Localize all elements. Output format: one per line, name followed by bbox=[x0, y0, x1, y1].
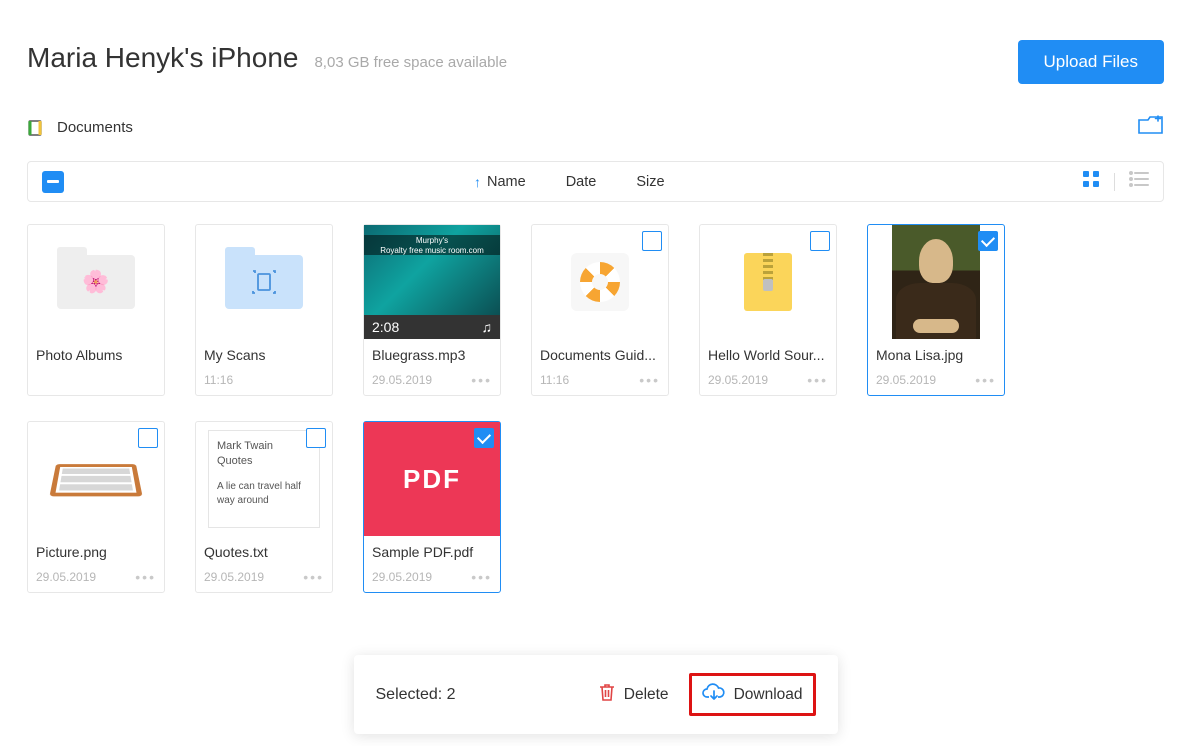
file-date: 29.05.2019 bbox=[876, 373, 936, 387]
more-icon[interactable]: ••• bbox=[471, 570, 492, 584]
file-card[interactable]: Mark Twain QuotesA lie can travel half w… bbox=[195, 421, 333, 593]
file-name: Bluegrass.mp3 bbox=[372, 347, 492, 363]
file-name: Quotes.txt bbox=[204, 544, 324, 560]
thumbnail: 🌸 bbox=[28, 225, 164, 339]
arrow-up-icon: ↑ bbox=[474, 174, 481, 190]
delete-button[interactable]: Delete bbox=[598, 682, 669, 707]
download-label: Download bbox=[734, 686, 803, 704]
file-date: 29.05.2019 bbox=[36, 570, 96, 584]
file-date: 29.05.2019 bbox=[204, 570, 264, 584]
thumbnail: Murphy'sRoyalty free music room.com2:08♫ bbox=[364, 225, 500, 339]
thumbnail bbox=[700, 225, 836, 339]
file-name: Documents Guid... bbox=[540, 347, 660, 363]
file-card[interactable]: Documents Guid... 11:16 ••• bbox=[531, 224, 669, 396]
thumbnail: Mark Twain QuotesA lie can travel half w… bbox=[196, 422, 332, 536]
trash-icon bbox=[598, 682, 616, 707]
item-checkbox[interactable] bbox=[138, 428, 158, 448]
thumbnail bbox=[28, 422, 164, 536]
breadcrumb: Documents bbox=[0, 114, 1191, 141]
list-toolbar: ↑ Name Date Size bbox=[27, 161, 1164, 202]
divider bbox=[1114, 173, 1115, 191]
more-icon[interactable]: ••• bbox=[303, 570, 324, 584]
item-checkbox[interactable] bbox=[978, 231, 998, 251]
free-space-label: 8,03 GB free space available bbox=[314, 54, 507, 71]
cloud-download-icon bbox=[702, 682, 726, 707]
file-card[interactable]: My Scans 11:16 bbox=[195, 224, 333, 396]
download-button[interactable]: Download bbox=[702, 682, 803, 707]
more-icon[interactable]: ••• bbox=[807, 373, 828, 387]
file-name: Hello World Sour... bbox=[708, 347, 828, 363]
more-icon[interactable]: ••• bbox=[975, 373, 996, 387]
file-card[interactable]: Hello World Sour... 29.05.2019 ••• bbox=[699, 224, 837, 396]
file-name: Mona Lisa.jpg bbox=[876, 347, 996, 363]
thumbnail bbox=[196, 225, 332, 339]
file-name: My Scans bbox=[204, 347, 324, 363]
new-folder-icon[interactable] bbox=[1138, 114, 1164, 141]
thumbnail bbox=[532, 225, 668, 339]
file-name: Sample PDF.pdf bbox=[372, 544, 492, 560]
thumbnail: PDF bbox=[364, 422, 500, 536]
more-icon[interactable]: ••• bbox=[639, 373, 660, 387]
file-card[interactable]: PDF Sample PDF.pdf 29.05.2019 ••• bbox=[363, 421, 501, 593]
sort-by-date[interactable]: Date bbox=[566, 174, 597, 190]
header: Maria Henyk's iPhone 8,03 GB free space … bbox=[0, 0, 1191, 114]
delete-label: Delete bbox=[624, 686, 669, 704]
file-card[interactable]: Mona Lisa.jpg 29.05.2019 ••• bbox=[867, 224, 1005, 396]
more-icon[interactable]: ••• bbox=[471, 373, 492, 387]
download-highlight: Download bbox=[689, 673, 816, 716]
item-checkbox[interactable] bbox=[306, 428, 326, 448]
file-card[interactable]: Murphy'sRoyalty free music room.com2:08♫… bbox=[363, 224, 501, 396]
upload-files-button[interactable]: Upload Files bbox=[1018, 40, 1165, 84]
sort-name-label: Name bbox=[487, 174, 526, 190]
thumbnail bbox=[868, 225, 1004, 339]
documents-app-icon bbox=[27, 119, 45, 137]
item-checkbox[interactable] bbox=[810, 231, 830, 251]
more-icon[interactable]: ••• bbox=[135, 570, 156, 584]
file-date: 29.05.2019 bbox=[372, 373, 432, 387]
file-date: 11:16 bbox=[540, 373, 569, 387]
selected-count: Selected: 2 bbox=[376, 686, 456, 704]
file-grid: 🌸 Photo Albums My Scans 11:16 Murphy'sRoyalt… bbox=[0, 202, 1191, 615]
sort-by-size[interactable]: Size bbox=[636, 174, 664, 190]
file-date: 29.05.2019 bbox=[372, 570, 432, 584]
file-date: 11:16 bbox=[204, 373, 233, 387]
item-checkbox[interactable] bbox=[474, 428, 494, 448]
page-title: Maria Henyk's iPhone bbox=[27, 42, 298, 74]
file-name: Picture.png bbox=[36, 544, 156, 560]
item-checkbox[interactable] bbox=[642, 231, 662, 251]
file-date: 29.05.2019 bbox=[708, 373, 768, 387]
grid-view-icon[interactable] bbox=[1082, 170, 1100, 193]
file-card[interactable]: 🌸 Photo Albums bbox=[27, 224, 165, 396]
breadcrumb-label[interactable]: Documents bbox=[57, 119, 133, 136]
file-name: Photo Albums bbox=[36, 347, 156, 363]
select-all-checkbox[interactable] bbox=[42, 171, 64, 193]
file-card[interactable]: Picture.png 29.05.2019 ••• bbox=[27, 421, 165, 593]
selection-action-bar: Selected: 2 Delete Download bbox=[354, 655, 838, 734]
list-view-icon[interactable] bbox=[1129, 171, 1149, 192]
sort-by-name[interactable]: ↑ Name bbox=[474, 174, 526, 190]
